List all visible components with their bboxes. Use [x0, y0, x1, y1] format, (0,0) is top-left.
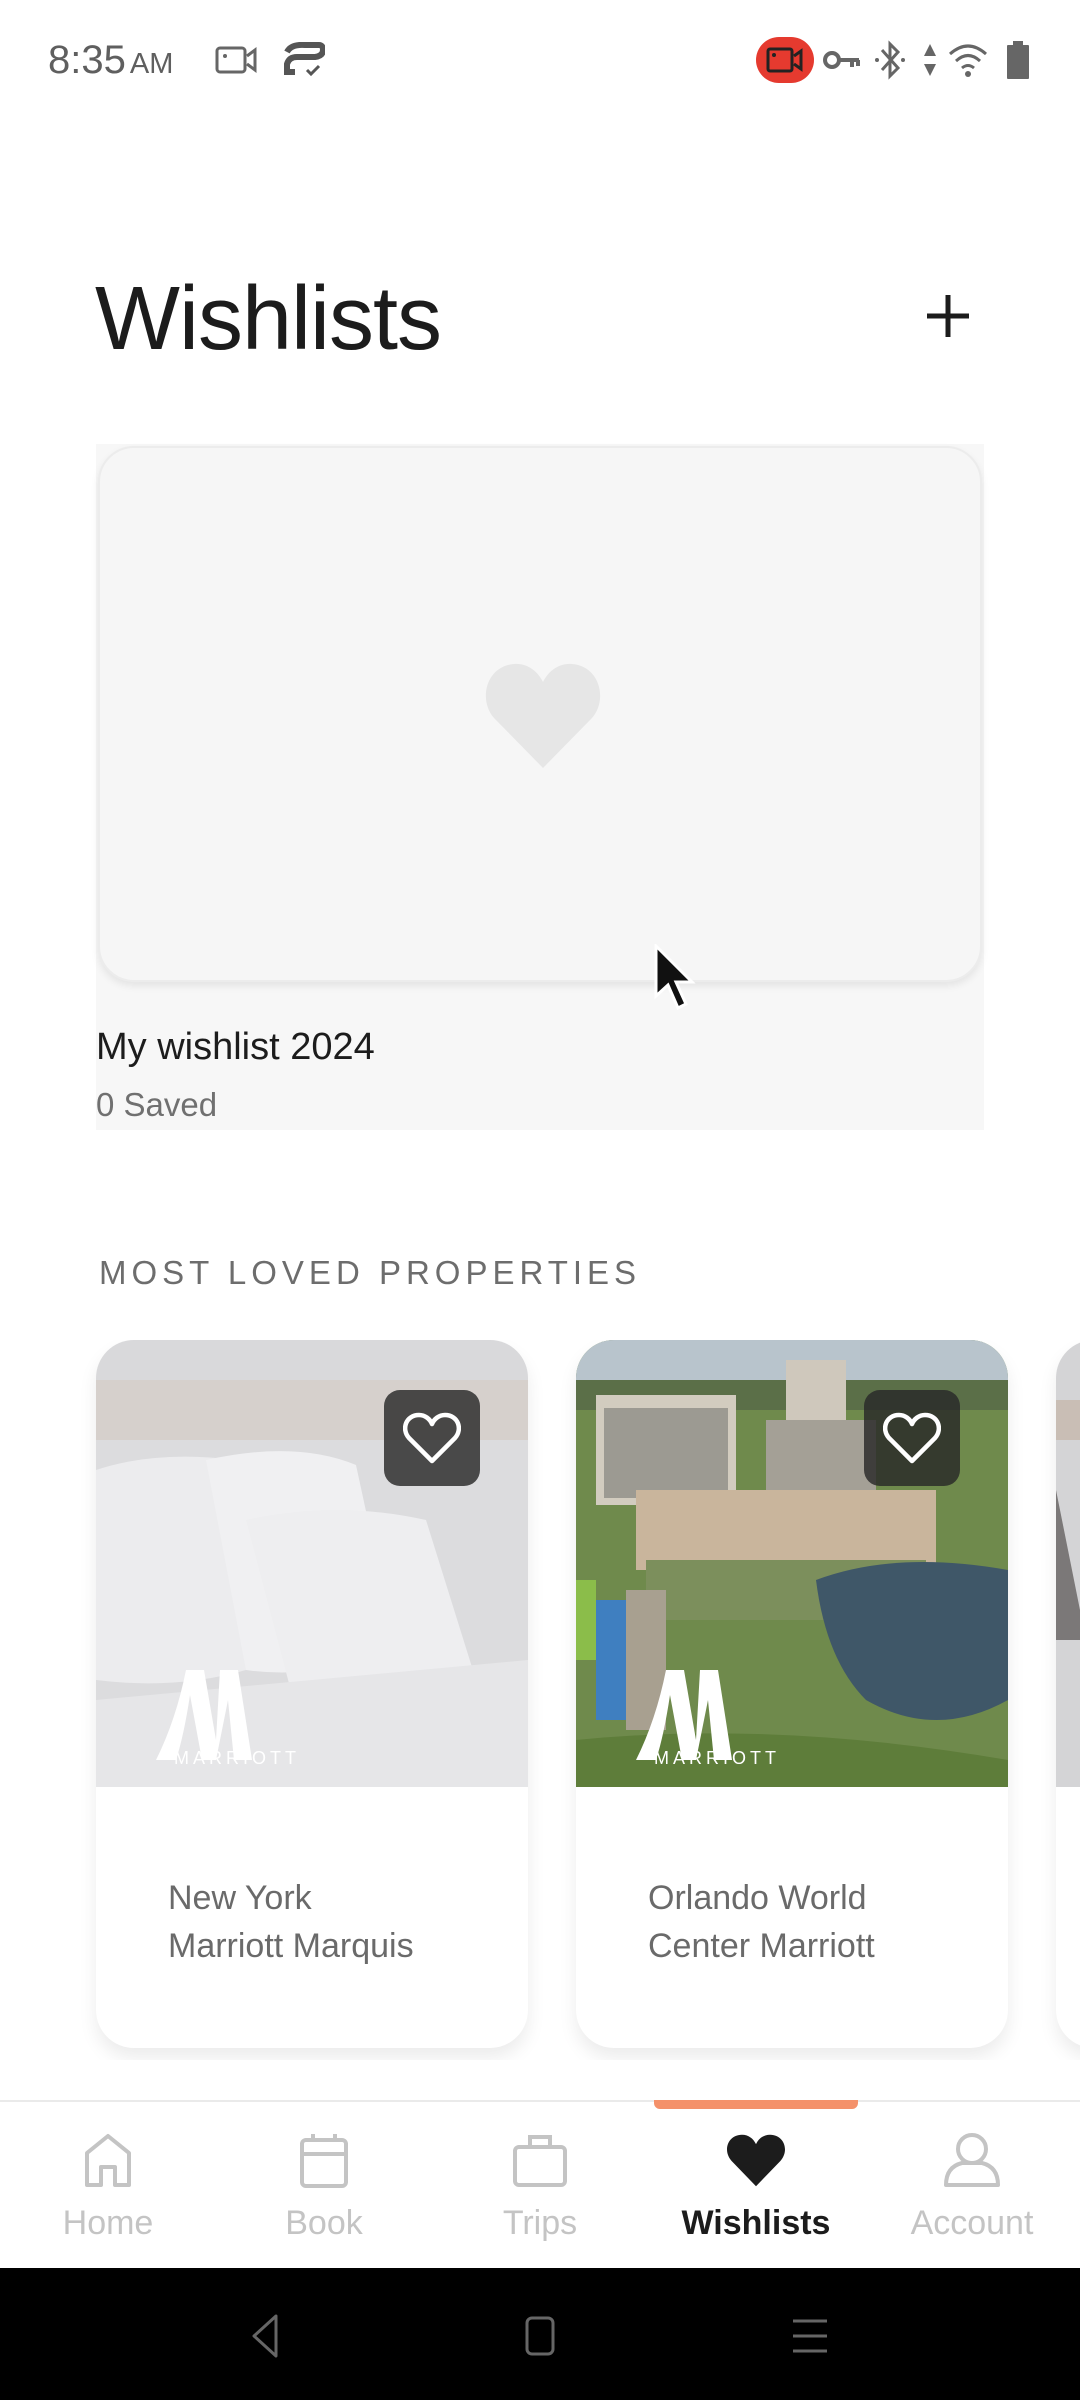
- system-back-button[interactable]: [236, 2308, 296, 2364]
- plus-icon: [927, 295, 969, 337]
- property-name: Orlando World Center Marriott: [648, 1874, 988, 1970]
- nav-item-account[interactable]: Account: [864, 2102, 1080, 2270]
- property-image: MARRIOTT: [576, 1340, 1008, 1787]
- nav-item-wishlists[interactable]: Wishlists: [648, 2102, 864, 2270]
- heart-outline-icon: [883, 1412, 941, 1464]
- system-home-button[interactable]: [510, 2308, 570, 2364]
- nav-label: Home: [62, 2204, 154, 2242]
- status-time: 8:35 AM: [48, 38, 173, 83]
- wishlist-card[interactable]: My wishlist 2024 0 Saved: [96, 444, 984, 1130]
- heart-icon: [485, 663, 601, 768]
- property-name-line2: Center Marriott: [648, 1927, 875, 1965]
- heart-icon: [726, 2130, 786, 2190]
- back-triangle-icon: [252, 2314, 278, 2358]
- wishlist-name: My wishlist 2024: [96, 1026, 375, 1068]
- nav-label: Account: [910, 2204, 1034, 2242]
- screen-record-icon: [214, 38, 260, 82]
- wifi-icon: [946, 38, 990, 82]
- time-text: 8:35: [48, 38, 126, 82]
- bottom-nav: Home Book Trips Wishlists Account: [0, 2100, 1080, 2268]
- vpn-key-icon: [820, 38, 864, 82]
- property-name-line1: New York: [168, 1879, 312, 1917]
- page-title: Wishlists: [95, 269, 442, 369]
- property-image: MARRIOTT: [96, 1340, 528, 1787]
- person-icon: [942, 2130, 1002, 2190]
- home-icon: [78, 2130, 138, 2190]
- calendar-icon: [294, 2130, 354, 2190]
- property-card-partial[interactable]: [1056, 1340, 1080, 2048]
- ampm-text: AM: [129, 48, 174, 80]
- property-card[interactable]: MARRIOTT New York Marriott Marquis: [96, 1340, 528, 2048]
- nav-item-home[interactable]: Home: [0, 2102, 216, 2270]
- wishlist-thumbnail: [98, 446, 982, 982]
- property-name-line1: Orlando World: [648, 1879, 867, 1917]
- property-name-line2: Marriott Marquis: [168, 1927, 414, 1965]
- wishlist-saved-count: 0 Saved: [96, 1086, 218, 1123]
- brand-text: MARRIOTT: [654, 1748, 780, 1768]
- nav-item-book[interactable]: Book: [216, 2102, 432, 2270]
- property-carousel[interactable]: MARRIOTT New York Marriott Marquis MARRI…: [0, 1340, 1080, 2060]
- section-title: MOST LOVED PROPERTIES: [99, 1254, 642, 1291]
- home-square-icon: [525, 2316, 555, 2356]
- status-bar: 8:35 AM: [0, 0, 1080, 120]
- nav-item-trips[interactable]: Trips: [432, 2102, 648, 2270]
- favorite-button[interactable]: [864, 1390, 960, 1486]
- sync-check-icon: [280, 38, 326, 82]
- bluetooth-icon: [872, 38, 908, 82]
- recents-lines-icon: [793, 2319, 827, 2353]
- add-wishlist-button[interactable]: [918, 286, 978, 346]
- property-card[interactable]: MARRIOTT Orlando World Center Marriott: [576, 1340, 1008, 2048]
- property-name: New York Marriott Marquis: [168, 1874, 508, 1970]
- brand-text: MARRIOTT: [174, 1748, 300, 1768]
- nav-label: Wishlists: [681, 2204, 831, 2242]
- heart-outline-icon: [403, 1412, 461, 1464]
- nav-label: Book: [285, 2204, 363, 2242]
- nav-label: Trips: [502, 2204, 578, 2242]
- mouse-cursor-icon: [654, 944, 696, 1011]
- data-arrows-icon: [920, 38, 940, 82]
- favorite-button[interactable]: [384, 1390, 480, 1486]
- property-image: [1056, 1340, 1080, 1787]
- recording-active-icon: [756, 37, 814, 83]
- suitcase-icon: [510, 2130, 570, 2190]
- system-nav-bar: [0, 2268, 1080, 2400]
- system-recents-button[interactable]: [780, 2308, 840, 2364]
- battery-icon: [1004, 38, 1032, 82]
